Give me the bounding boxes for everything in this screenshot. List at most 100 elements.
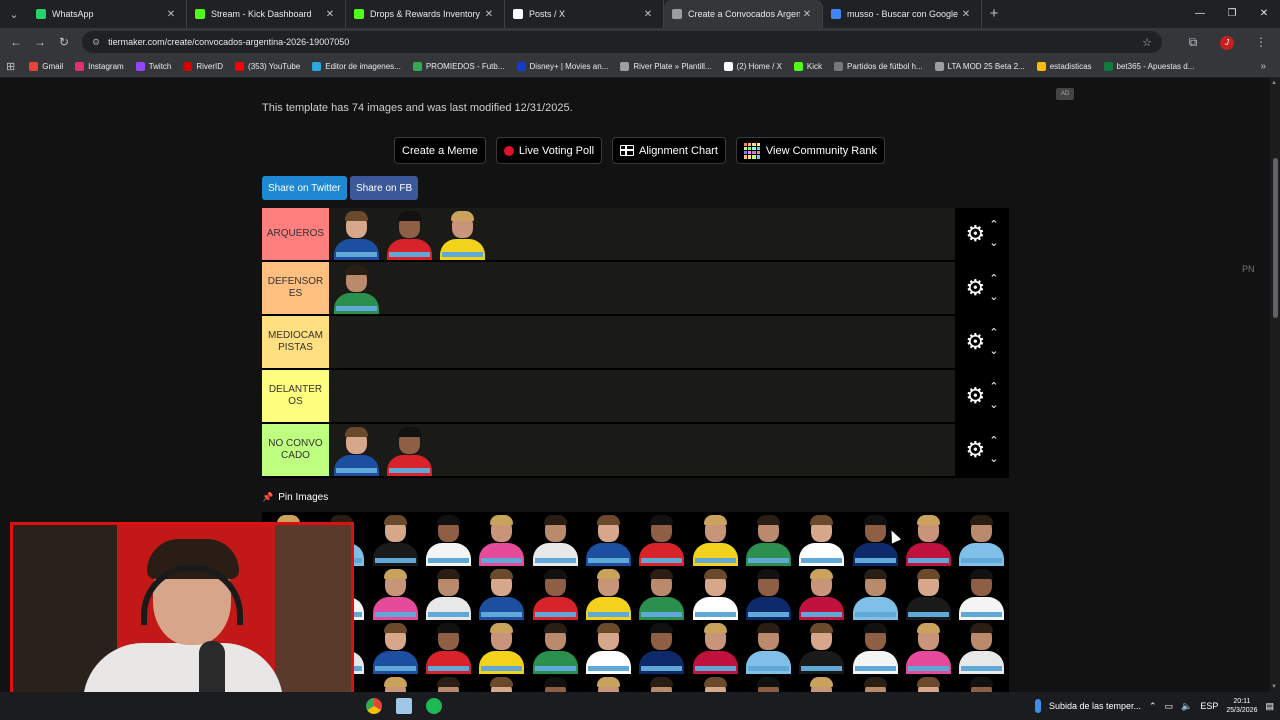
player-image[interactable] [422, 620, 475, 674]
player-image[interactable] [369, 674, 422, 692]
tier-dropzone[interactable] [329, 424, 955, 476]
bookmark-item[interactable]: Editor de imagenes... [312, 62, 401, 71]
browser-tab[interactable]: musso - Buscar con Google ✕ [823, 0, 982, 28]
player-image[interactable] [529, 620, 582, 674]
player-image[interactable] [383, 208, 436, 260]
bookmark-item[interactable]: Disney+ | Movies an... [516, 62, 608, 71]
forward-icon[interactable]: → [28, 35, 52, 49]
tier-label[interactable]: NO CONVOCADO [262, 424, 329, 476]
player-image[interactable] [902, 512, 955, 566]
bookmark-item[interactable]: Partidos de fútbol h... [834, 62, 923, 71]
volume-icon[interactable]: 🔈 [1181, 701, 1192, 712]
bookmark-item[interactable]: Gmail [29, 62, 63, 71]
chrome-icon[interactable] [366, 698, 382, 714]
player-image[interactable] [849, 620, 902, 674]
player-image[interactable] [475, 512, 528, 566]
tab-close-icon[interactable]: ✕ [482, 9, 496, 20]
player-image[interactable] [955, 566, 1008, 620]
apps-grid-icon[interactable]: ⊞ [6, 60, 15, 73]
player-image[interactable] [635, 566, 688, 620]
player-image[interactable] [742, 512, 795, 566]
maximize-icon[interactable]: ❐ [1216, 0, 1248, 28]
tier-label[interactable]: DELANTEROS [262, 370, 329, 422]
tray-chevron-icon[interactable]: ⌃ [1149, 701, 1157, 712]
move-down-icon[interactable]: ⌄ [989, 450, 998, 468]
bookmark-item[interactable]: bet365 - Apuestas d... [1103, 62, 1194, 71]
tier-dropzone[interactable] [329, 370, 955, 422]
extensions-icon[interactable]: ⧉ [1176, 35, 1210, 50]
player-image[interactable] [689, 674, 742, 692]
share-twitter-button[interactable]: Share on Twitter [262, 176, 347, 200]
player-image[interactable] [742, 674, 795, 692]
player-image[interactable] [475, 566, 528, 620]
browser-tab[interactable]: Drops & Rewards Inventory - K ✕ [346, 0, 505, 28]
profile-avatar[interactable]: J [1210, 34, 1244, 50]
bookmark-item[interactable]: (353) YouTube [235, 62, 300, 71]
site-info-icon[interactable]: ⚙ [92, 37, 100, 48]
player-image[interactable] [422, 674, 475, 692]
create-meme-button[interactable]: Create a Meme [394, 137, 486, 164]
gear-icon[interactable]: ⚙ [966, 437, 986, 463]
move-down-icon[interactable]: ⌄ [989, 396, 998, 414]
player-image[interactable] [369, 620, 422, 674]
lang-indicator[interactable]: ESP [1200, 701, 1218, 711]
url-text[interactable]: tiermaker.com/create/convocados-argentin… [108, 37, 1142, 47]
player-image[interactable] [422, 512, 475, 566]
bookmark-item[interactable]: Instagram [75, 62, 124, 71]
page-scrollbar[interactable]: ▲ ▼ [1270, 78, 1280, 692]
ad-badge[interactable]: AD [1056, 88, 1074, 100]
tab-search-icon[interactable]: ⌄ [0, 0, 28, 28]
bookmark-item[interactable]: Twitch [135, 62, 171, 71]
reload-icon[interactable]: ↻ [52, 35, 76, 49]
tab-close-icon[interactable]: ✕ [800, 9, 814, 20]
tab-close-icon[interactable]: ✕ [641, 9, 655, 20]
tier-dropzone[interactable] [329, 262, 955, 314]
player-image[interactable] [582, 674, 635, 692]
move-up-icon[interactable]: ⌃ [989, 270, 998, 288]
tier-dropzone[interactable] [329, 316, 955, 368]
player-image[interactable] [330, 424, 383, 476]
scrollbar-thumb[interactable] [1273, 158, 1278, 318]
player-image[interactable] [369, 566, 422, 620]
player-image[interactable] [529, 566, 582, 620]
bookmark-item[interactable]: LTA MOD 25 Beta 2... [934, 62, 1025, 71]
bookmark-item[interactable]: Kick [793, 62, 822, 71]
tab-close-icon[interactable]: ✕ [959, 9, 973, 20]
notification-icon[interactable]: ▤ [1265, 701, 1274, 712]
player-image[interactable] [635, 674, 688, 692]
player-image[interactable] [529, 512, 582, 566]
player-image[interactable] [849, 566, 902, 620]
browser-tab[interactable]: WhatsApp ✕ [28, 0, 187, 28]
player-image[interactable] [689, 512, 742, 566]
move-up-icon[interactable]: ⌃ [989, 432, 998, 450]
bookmark-item[interactable]: estadisticas [1036, 62, 1092, 71]
player-image[interactable] [902, 566, 955, 620]
player-image[interactable] [582, 620, 635, 674]
bookmark-item[interactable]: River Plate » Plantill... [620, 62, 712, 71]
move-up-icon[interactable]: ⌃ [989, 324, 998, 342]
gear-icon[interactable]: ⚙ [966, 329, 986, 355]
player-image[interactable] [902, 674, 955, 692]
bookmark-item[interactable]: PROMIEDOS - Futb... [412, 62, 505, 71]
new-tab-button[interactable]: + [982, 0, 1006, 28]
scroll-down-icon[interactable]: ▼ [1271, 684, 1277, 690]
player-image[interactable] [383, 424, 436, 476]
player-image[interactable] [330, 262, 383, 314]
share-facebook-button[interactable]: Share on FB [350, 176, 419, 200]
player-image[interactable] [582, 512, 635, 566]
player-image[interactable] [955, 512, 1008, 566]
network-icon[interactable]: ▭ [1165, 701, 1174, 712]
player-image[interactable] [795, 620, 848, 674]
clock[interactable]: 20:11 25/3/2026 [1226, 697, 1257, 715]
gear-icon[interactable]: ⚙ [966, 383, 986, 409]
move-up-icon[interactable]: ⌃ [989, 378, 998, 396]
player-image[interactable] [689, 620, 742, 674]
tier-label[interactable]: DEFENSORES [262, 262, 329, 314]
gear-icon[interactable]: ⚙ [966, 275, 986, 301]
tab-close-icon[interactable]: ✕ [164, 9, 178, 20]
move-down-icon[interactable]: ⌄ [989, 342, 998, 360]
player-image[interactable] [635, 512, 688, 566]
player-image[interactable] [635, 620, 688, 674]
close-window-icon[interactable]: ✕ [1248, 0, 1280, 28]
browser-tab[interactable]: Stream - Kick Dashboard ✕ [187, 0, 346, 28]
